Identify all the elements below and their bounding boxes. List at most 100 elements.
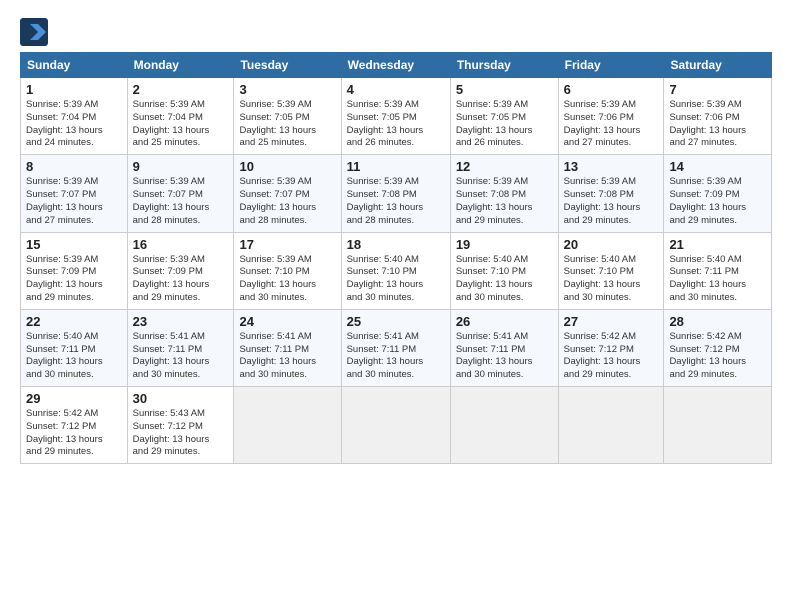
page: SundayMondayTuesdayWednesdayThursdayFrid… <box>0 0 792 612</box>
day-number: 6 <box>564 82 659 97</box>
day-info: Sunrise: 5:40 AM Sunset: 7:11 PM Dayligh… <box>669 254 766 305</box>
day-number: 10 <box>239 159 335 174</box>
day-info: Sunrise: 5:39 AM Sunset: 7:07 PM Dayligh… <box>133 176 229 227</box>
day-number: 24 <box>239 314 335 329</box>
calendar-cell: 22 Sunrise: 5:40 AM Sunset: 7:11 PM Dayli… <box>21 309 128 386</box>
day-number: 11 <box>347 159 445 174</box>
day-number: 28 <box>669 314 766 329</box>
weekday-header-friday: Friday <box>558 53 664 78</box>
calendar-cell <box>450 387 558 464</box>
day-info: Sunrise: 5:39 AM Sunset: 7:09 PM Dayligh… <box>26 254 122 305</box>
day-info: Sunrise: 5:42 AM Sunset: 7:12 PM Dayligh… <box>564 331 659 382</box>
day-info: Sunrise: 5:39 AM Sunset: 7:04 PM Dayligh… <box>26 99 122 150</box>
calendar-cell: 28Sunrise: 5:42 AM Sunset: 7:12 PM Dayli… <box>664 309 772 386</box>
calendar-cell: 1 Sunrise: 5:39 AM Sunset: 7:04 PM Daylig… <box>21 78 128 155</box>
calendar-cell: 19 Sunrise: 5:40 AM Sunset: 7:10 PM Dayli… <box>450 232 558 309</box>
day-info: Sunrise: 5:39 AM Sunset: 7:10 PM Dayligh… <box>239 254 335 305</box>
day-info: Sunrise: 5:39 AM Sunset: 7:05 PM Dayligh… <box>239 99 335 150</box>
calendar-cell: 14 Sunrise: 5:39 AM Sunset: 7:09 PM Dayli… <box>664 155 772 232</box>
calendar-cell <box>234 387 341 464</box>
day-info: Sunrise: 5:41 AM Sunset: 7:11 PM Dayligh… <box>456 331 553 382</box>
calendar-cell: 18 Sunrise: 5:40 AM Sunset: 7:10 PM Dayli… <box>341 232 450 309</box>
logo-icon <box>20 18 48 46</box>
calendar-cell: 21Sunrise: 5:40 AM Sunset: 7:11 PM Dayli… <box>664 232 772 309</box>
calendar-cell: 23 Sunrise: 5:41 AM Sunset: 7:11 PM Dayli… <box>127 309 234 386</box>
header <box>20 18 772 46</box>
calendar-cell <box>664 387 772 464</box>
day-number: 14 <box>669 159 766 174</box>
day-info: Sunrise: 5:39 AM Sunset: 7:04 PM Dayligh… <box>133 99 229 150</box>
calendar-header: SundayMondayTuesdayWednesdayThursdayFrid… <box>21 53 772 78</box>
day-info: Sunrise: 5:41 AM Sunset: 7:11 PM Dayligh… <box>133 331 229 382</box>
calendar-cell: 24Sunrise: 5:41 AM Sunset: 7:11 PM Dayli… <box>234 309 341 386</box>
weekday-header-saturday: Saturday <box>664 53 772 78</box>
day-info: Sunrise: 5:43 AM Sunset: 7:12 PM Dayligh… <box>133 408 229 459</box>
day-number: 17 <box>239 237 335 252</box>
calendar-cell: 25 Sunrise: 5:41 AM Sunset: 7:11 PM Dayli… <box>341 309 450 386</box>
weekday-header-monday: Monday <box>127 53 234 78</box>
day-number: 30 <box>133 391 229 406</box>
weekday-header-thursday: Thursday <box>450 53 558 78</box>
day-info: Sunrise: 5:39 AM Sunset: 7:09 PM Dayligh… <box>669 176 766 227</box>
calendar-cell: 9 Sunrise: 5:39 AM Sunset: 7:07 PM Daylig… <box>127 155 234 232</box>
day-number: 20 <box>564 237 659 252</box>
day-info: Sunrise: 5:40 AM Sunset: 7:10 PM Dayligh… <box>564 254 659 305</box>
day-number: 18 <box>347 237 445 252</box>
day-number: 19 <box>456 237 553 252</box>
day-info: Sunrise: 5:40 AM Sunset: 7:10 PM Dayligh… <box>456 254 553 305</box>
calendar-cell: 5Sunrise: 5:39 AM Sunset: 7:05 PM Daylig… <box>450 78 558 155</box>
weekday-header-wednesday: Wednesday <box>341 53 450 78</box>
calendar-cell: 15 Sunrise: 5:39 AM Sunset: 7:09 PM Dayli… <box>21 232 128 309</box>
calendar-cell: 4 Sunrise: 5:39 AM Sunset: 7:05 PM Daylig… <box>341 78 450 155</box>
day-number: 1 <box>26 82 122 97</box>
day-number: 16 <box>133 237 229 252</box>
day-info: Sunrise: 5:39 AM Sunset: 7:08 PM Dayligh… <box>456 176 553 227</box>
day-info: Sunrise: 5:39 AM Sunset: 7:09 PM Dayligh… <box>133 254 229 305</box>
calendar-cell <box>341 387 450 464</box>
calendar-body: 1 Sunrise: 5:39 AM Sunset: 7:04 PM Daylig… <box>21 78 772 464</box>
weekday-header-row: SundayMondayTuesdayWednesdayThursdayFrid… <box>21 53 772 78</box>
day-info: Sunrise: 5:39 AM Sunset: 7:08 PM Dayligh… <box>347 176 445 227</box>
calendar-cell: 13 Sunrise: 5:39 AM Sunset: 7:08 PM Dayli… <box>558 155 664 232</box>
weekday-header-sunday: Sunday <box>21 53 128 78</box>
weekday-header-tuesday: Tuesday <box>234 53 341 78</box>
calendar-week-3: 15 Sunrise: 5:39 AM Sunset: 7:09 PM Dayli… <box>21 232 772 309</box>
calendar-cell: 12Sunrise: 5:39 AM Sunset: 7:08 PM Dayli… <box>450 155 558 232</box>
calendar-week-4: 22 Sunrise: 5:40 AM Sunset: 7:11 PM Dayli… <box>21 309 772 386</box>
calendar-week-1: 1 Sunrise: 5:39 AM Sunset: 7:04 PM Daylig… <box>21 78 772 155</box>
day-number: 15 <box>26 237 122 252</box>
calendar-cell: 8 Sunrise: 5:39 AM Sunset: 7:07 PM Daylig… <box>21 155 128 232</box>
day-info: Sunrise: 5:42 AM Sunset: 7:12 PM Dayligh… <box>26 408 122 459</box>
day-info: Sunrise: 5:39 AM Sunset: 7:06 PM Dayligh… <box>669 99 766 150</box>
calendar-cell: 2 Sunrise: 5:39 AM Sunset: 7:04 PM Daylig… <box>127 78 234 155</box>
calendar-cell: 27 Sunrise: 5:42 AM Sunset: 7:12 PM Dayli… <box>558 309 664 386</box>
calendar-cell: 16 Sunrise: 5:39 AM Sunset: 7:09 PM Dayli… <box>127 232 234 309</box>
day-number: 23 <box>133 314 229 329</box>
day-number: 22 <box>26 314 122 329</box>
day-info: Sunrise: 5:39 AM Sunset: 7:05 PM Dayligh… <box>347 99 445 150</box>
day-info: Sunrise: 5:39 AM Sunset: 7:08 PM Dayligh… <box>564 176 659 227</box>
day-info: Sunrise: 5:40 AM Sunset: 7:10 PM Dayligh… <box>347 254 445 305</box>
day-number: 2 <box>133 82 229 97</box>
calendar-week-5: 29Sunrise: 5:42 AM Sunset: 7:12 PM Dayli… <box>21 387 772 464</box>
day-number: 9 <box>133 159 229 174</box>
day-info: Sunrise: 5:39 AM Sunset: 7:07 PM Dayligh… <box>26 176 122 227</box>
calendar-cell: 20 Sunrise: 5:40 AM Sunset: 7:10 PM Dayli… <box>558 232 664 309</box>
calendar-cell: 7Sunrise: 5:39 AM Sunset: 7:06 PM Daylig… <box>664 78 772 155</box>
day-info: Sunrise: 5:40 AM Sunset: 7:11 PM Dayligh… <box>26 331 122 382</box>
calendar-cell <box>558 387 664 464</box>
calendar-cell: 10 Sunrise: 5:39 AM Sunset: 7:07 PM Dayli… <box>234 155 341 232</box>
day-number: 8 <box>26 159 122 174</box>
day-info: Sunrise: 5:39 AM Sunset: 7:07 PM Dayligh… <box>239 176 335 227</box>
day-number: 27 <box>564 314 659 329</box>
calendar-cell: 6Sunrise: 5:39 AM Sunset: 7:06 PM Daylig… <box>558 78 664 155</box>
calendar-cell: 11 Sunrise: 5:39 AM Sunset: 7:08 PM Dayli… <box>341 155 450 232</box>
calendar-week-2: 8 Sunrise: 5:39 AM Sunset: 7:07 PM Daylig… <box>21 155 772 232</box>
day-number: 3 <box>239 82 335 97</box>
day-number: 4 <box>347 82 445 97</box>
calendar-cell: 29Sunrise: 5:42 AM Sunset: 7:12 PM Dayli… <box>21 387 128 464</box>
day-number: 13 <box>564 159 659 174</box>
calendar-cell: 30 Sunrise: 5:43 AM Sunset: 7:12 PM Dayli… <box>127 387 234 464</box>
day-info: Sunrise: 5:41 AM Sunset: 7:11 PM Dayligh… <box>347 331 445 382</box>
day-number: 25 <box>347 314 445 329</box>
